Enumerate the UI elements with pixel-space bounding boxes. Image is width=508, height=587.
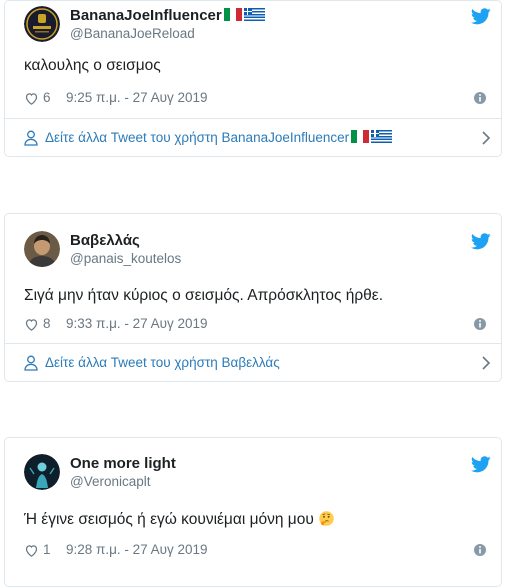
see-more-tweets-label: Δείτε άλλα Tweet του χρήστη Βαβελλάς <box>45 355 280 370</box>
avatar[interactable] <box>24 454 60 490</box>
tweet-text: καλουλης ο σεισμος <box>24 57 161 74</box>
heart-icon[interactable] <box>24 317 39 332</box>
see-more-tweets-label: Δείτε άλλα Tweet του χρήστη BananaJoeInf… <box>45 130 350 145</box>
tweet-timestamp[interactable]: 9:28 π.μ. - 27 Αυγ 2019 <box>66 542 208 557</box>
avatar[interactable] <box>24 6 60 42</box>
tweet-header: One more light @Veronicaplt <box>24 454 491 490</box>
see-more-tweets-link[interactable]: Δείτε άλλα Tweet του χρήστη BananaJoeInf… <box>24 128 491 148</box>
greece-flag-icon <box>371 130 393 143</box>
like-count[interactable]: 1 <box>43 542 51 557</box>
user-handle[interactable]: @panais_koutelos <box>70 251 181 266</box>
person-icon <box>24 355 38 371</box>
tweet-text: Ή έγινε σεισμός ή εγώ κουνιέμαι μόνη μου <box>24 510 487 529</box>
twitter-bird-icon[interactable] <box>471 8 491 25</box>
italy-flag-icon <box>223 8 242 21</box>
tweet-header: Βαβελλάς @panais_koutelos <box>24 231 491 267</box>
tweet-card[interactable]: Βαβελλάς @panais_koutelos Σιγά μην ήταν … <box>4 213 502 382</box>
tweet-header: BananaJoeInfluencer @BananaJoeReload <box>24 6 491 42</box>
tweet-meta: 8 9:33 π.μ. - 27 Αυγ 2019 <box>24 316 486 334</box>
divider <box>5 118 501 119</box>
info-icon[interactable] <box>473 91 487 105</box>
user-name[interactable]: Βαβελλάς <box>70 232 140 249</box>
user-name[interactable]: One more light <box>70 455 176 472</box>
like-count[interactable]: 6 <box>43 90 51 105</box>
tweet-timestamp[interactable]: 9:25 π.μ. - 27 Αυγ 2019 <box>66 90 208 105</box>
user-handle[interactable]: @Veronicaplt <box>70 474 151 489</box>
info-icon[interactable] <box>473 543 487 557</box>
user-name[interactable]: BananaJoeInfluencer <box>70 7 265 24</box>
tweet-timestamp[interactable]: 9:33 π.μ. - 27 Αυγ 2019 <box>66 316 208 331</box>
see-more-tweets-link[interactable]: Δείτε άλλα Tweet του χρήστη Βαβελλάς <box>24 353 491 373</box>
twitter-bird-icon[interactable] <box>471 233 491 250</box>
info-icon[interactable] <box>473 317 487 331</box>
tweet-card[interactable]: BananaJoeInfluencer @BananaJoeReload καλ… <box>4 0 502 157</box>
user-handle[interactable]: @BananaJoeReload <box>70 26 195 41</box>
tweet-text: Σιγά μην ήταν κύριος ο σεισμός. Απρόσκλη… <box>24 287 383 304</box>
heart-icon[interactable] <box>24 543 39 558</box>
avatar[interactable] <box>24 231 60 267</box>
like-count[interactable]: 8 <box>43 316 51 331</box>
tweet-meta: 6 9:25 π.μ. - 27 Αυγ 2019 <box>24 90 486 108</box>
chevron-right-icon <box>482 356 491 370</box>
divider <box>5 343 501 344</box>
italy-flag-icon <box>351 130 370 143</box>
heart-icon[interactable] <box>24 91 39 106</box>
person-icon <box>24 130 38 146</box>
tweet-meta: 1 9:28 π.μ. - 27 Αυγ 2019 <box>24 542 486 560</box>
thinking-face-emoji-icon <box>319 511 334 526</box>
chevron-right-icon <box>482 131 491 145</box>
twitter-bird-icon[interactable] <box>471 456 491 473</box>
tweet-card[interactable]: One more light @Veronicaplt Ή έγινε σεισ… <box>4 437 502 587</box>
greece-flag-icon <box>243 8 265 21</box>
